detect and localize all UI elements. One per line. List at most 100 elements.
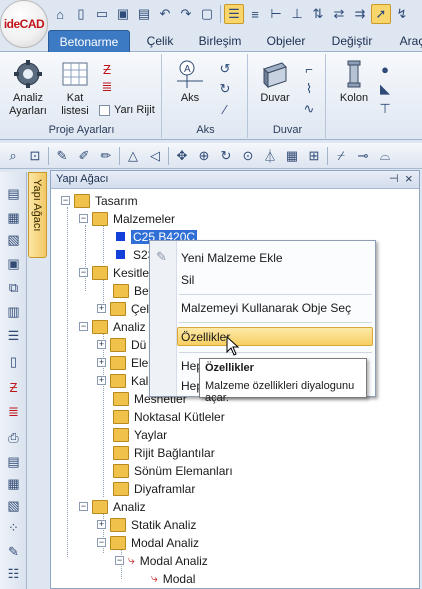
- expand-icon[interactable]: +: [97, 358, 106, 367]
- aks-button[interactable]: A Aks: [170, 58, 210, 105]
- list-icon[interactable]: ☰: [4, 326, 23, 345]
- brush-icon[interactable]: ✐: [74, 146, 94, 166]
- collapse-icon[interactable]: −: [79, 268, 88, 277]
- undo-icon[interactable]: ↶: [155, 4, 175, 24]
- collapse-icon[interactable]: −: [79, 322, 88, 331]
- extend-icon[interactable]: ⇉: [350, 4, 370, 24]
- ortho-icon[interactable]: ⊢: [266, 4, 286, 24]
- tree-node-kesitler[interactable]: − Kesitle: [79, 264, 151, 281]
- grid-snap-icon[interactable]: ☰: [224, 4, 244, 24]
- screenshot-icon[interactable]: ▢: [197, 4, 217, 24]
- tree-node-malzemeler[interactable]: − Malzemeler: [79, 210, 177, 227]
- tree-node-yaylar[interactable]: Yaylar: [113, 426, 169, 443]
- triangle-icon[interactable]: △: [123, 146, 143, 166]
- tab-objeler[interactable]: Objeler: [258, 30, 314, 52]
- analiz-ayarlari-button[interactable]: Analiz Ayarları: [6, 58, 50, 118]
- mirror-axis-icon[interactable]: ⏃: [260, 146, 280, 166]
- table-icon[interactable]: ▦: [4, 474, 23, 493]
- collapse-icon[interactable]: −: [79, 214, 88, 223]
- tab-degistir[interactable]: Değiştir: [322, 30, 382, 52]
- print-icon[interactable]: ⎙: [4, 428, 23, 447]
- model-icon[interactable]: ▣: [4, 254, 23, 273]
- extend-icon[interactable]: ⊸: [353, 146, 373, 166]
- tree-node-dugumler[interactable]: + Dü: [97, 336, 148, 353]
- open-folder-icon[interactable]: ▭: [92, 4, 112, 24]
- tree-node-kabuklar[interactable]: + Kal: [97, 372, 150, 389]
- menu-item-sil[interactable]: Sil: [181, 273, 194, 287]
- tree-node-rijit-baglantilar[interactable]: Rijit Bağlantılar: [113, 444, 217, 461]
- menu-item-ozellikler[interactable]: Özellikler: [181, 330, 230, 344]
- tree-node-sonum-elemanlari[interactable]: Sönüm Elemanları: [113, 462, 235, 479]
- lines-icon[interactable]: ☷: [4, 564, 23, 583]
- close-icon[interactable]: ×: [405, 171, 413, 186]
- expand-icon[interactable]: +: [97, 304, 106, 313]
- erase-icon[interactable]: ◁: [145, 146, 165, 166]
- rotate-icon[interactable]: ↻: [216, 146, 236, 166]
- home-icon[interactable]: ⌂: [50, 4, 70, 24]
- tree-node-analiz-model[interactable]: − Analiz: [79, 318, 148, 335]
- menu-item-yeni-malzeme-ekle[interactable]: Yeni Malzeme Ekle: [181, 251, 283, 265]
- tab-birlesim[interactable]: Birleşim: [190, 30, 250, 52]
- collapse-icon[interactable]: −: [61, 196, 70, 205]
- yapi-agaci-side-tab[interactable]: Yapı Ağacı: [28, 172, 47, 258]
- copy-object-icon[interactable]: ⧉: [4, 278, 23, 297]
- snap-icon[interactable]: ⇄: [329, 4, 349, 24]
- array-icon[interactable]: ▦: [282, 146, 302, 166]
- collapse-icon[interactable]: −: [79, 502, 88, 511]
- tab-betonarme[interactable]: Betonarme: [48, 30, 130, 52]
- t-column-icon[interactable]: ⊤: [376, 100, 394, 118]
- tab-arac[interactable]: Araç: [392, 30, 422, 52]
- load-settings-icon[interactable]: ≣: [98, 78, 116, 96]
- axis-curve-icon[interactable]: ↺: [216, 60, 234, 78]
- save-icon[interactable]: ▣: [113, 4, 133, 24]
- properties-icon[interactable]: ▥: [4, 302, 23, 321]
- code-settings-icon[interactable]: Ƶ: [98, 60, 116, 78]
- tree-node-elemanlar[interactable]: + Ele: [97, 354, 150, 371]
- axis-arc-icon[interactable]: ↻: [216, 80, 234, 98]
- expand-icon[interactable]: +: [97, 376, 106, 385]
- copy-icon[interactable]: ⊕: [194, 146, 214, 166]
- objects-icon[interactable]: ▧: [4, 230, 23, 249]
- settings-icon[interactable]: ≣: [4, 402, 23, 421]
- move-icon[interactable]: ✥: [172, 146, 192, 166]
- axis-line-icon[interactable]: ∕: [216, 100, 234, 118]
- trim-icon[interactable]: ⌿: [331, 146, 351, 166]
- magnet-icon[interactable]: ↯: [392, 4, 412, 24]
- tree-node-modal[interactable]: ⤷ Modal: [151, 570, 197, 587]
- tree-node-diyaframlar[interactable]: Diyaframlar: [113, 480, 197, 497]
- mirror-icon[interactable]: ⊙: [238, 146, 258, 166]
- tree-node-noktasal-kutleler[interactable]: Noktasal Kütleler: [113, 408, 227, 425]
- l-column-icon[interactable]: ◣: [376, 80, 394, 98]
- report-icon[interactable]: ▤: [4, 452, 23, 471]
- dots-icon[interactable]: ⁘: [4, 518, 23, 537]
- tree-node-statik-analiz[interactable]: + Statik Analiz: [97, 516, 198, 533]
- redo-icon[interactable]: ↷: [176, 4, 196, 24]
- tree-view-icon[interactable]: ▤: [4, 184, 23, 203]
- tree-node-celik[interactable]: + Çel: [97, 300, 151, 317]
- round-column-icon[interactable]: ●: [376, 60, 394, 78]
- zoom-window-icon[interactable]: ⊡: [25, 146, 45, 166]
- new-file-icon[interactable]: ▯: [71, 4, 91, 24]
- polar-icon[interactable]: ⇅: [308, 4, 328, 24]
- kat-listesi-button[interactable]: Kat listesi: [54, 58, 96, 118]
- cursor-snap-icon[interactable]: ➚: [371, 4, 391, 24]
- expand-icon[interactable]: +: [97, 520, 106, 529]
- stretch-icon[interactable]: ⊞: [304, 146, 324, 166]
- drawing-icon[interactable]: ▧: [4, 496, 23, 515]
- align-icon[interactable]: ≡: [245, 4, 265, 24]
- tree-node-tasarim[interactable]: − Tasarım: [61, 192, 140, 209]
- wall-curve-icon[interactable]: ∿: [300, 100, 318, 118]
- tree-node-analiz[interactable]: − Analiz: [79, 498, 148, 515]
- yari-rijit-checkbox[interactable]: [99, 105, 110, 116]
- wall-polyline-icon[interactable]: ⌇: [300, 80, 318, 98]
- duvar-button[interactable]: Duvar: [254, 58, 296, 105]
- edit-icon[interactable]: ✎: [4, 542, 23, 561]
- tree-node-modal-analiz[interactable]: − Modal Analiz: [97, 534, 201, 551]
- collapse-icon[interactable]: −: [97, 538, 106, 547]
- marker-icon[interactable]: ✏: [96, 146, 116, 166]
- pencil-icon[interactable]: ✎: [52, 146, 72, 166]
- kolon-button[interactable]: Kolon: [334, 58, 374, 105]
- collapse-icon[interactable]: −: [115, 556, 124, 565]
- load-icon[interactable]: Ƶ: [4, 378, 23, 397]
- pin-icon[interactable]: ⊣: [389, 172, 399, 185]
